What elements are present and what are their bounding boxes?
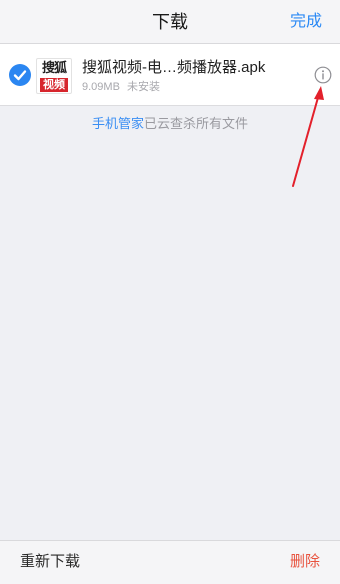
app-icon-logo-top: 搜狐 <box>41 61 67 76</box>
file-meta: 9.09MB 未安装 <box>82 80 160 94</box>
bottom-toolbar: 重新下载 删除 <box>0 540 340 584</box>
scan-note: 手机管家已云查杀所有文件 <box>0 115 340 133</box>
file-size: 9.09MB <box>82 81 120 93</box>
nav-bar: 下载 完成 <box>0 0 340 44</box>
app-icon: 搜狐 视频 <box>36 58 72 94</box>
done-button[interactable]: 完成 <box>290 10 322 34</box>
info-icon[interactable] <box>314 66 332 84</box>
download-item[interactable]: 搜狐 视频 搜狐视频-电…频播放器.apk 9.09MB 未安装 <box>0 44 340 106</box>
download-screen: 下载 完成 搜狐 视频 搜狐视频-电…频播放器.apk 9.09MB 未安装 手… <box>0 0 340 584</box>
delete-button[interactable]: 删除 <box>290 551 320 573</box>
phone-manager-link[interactable]: 手机管家 <box>92 116 144 131</box>
redownload-button[interactable]: 重新下载 <box>20 551 80 573</box>
file-name: 搜狐视频-电…频播放器.apk <box>82 59 266 76</box>
scan-note-text: 已云查杀所有文件 <box>144 116 249 131</box>
install-status: 未安装 <box>126 81 160 93</box>
app-icon-logo-bottom: 视频 <box>40 78 68 92</box>
checkmark-icon[interactable] <box>9 64 31 86</box>
